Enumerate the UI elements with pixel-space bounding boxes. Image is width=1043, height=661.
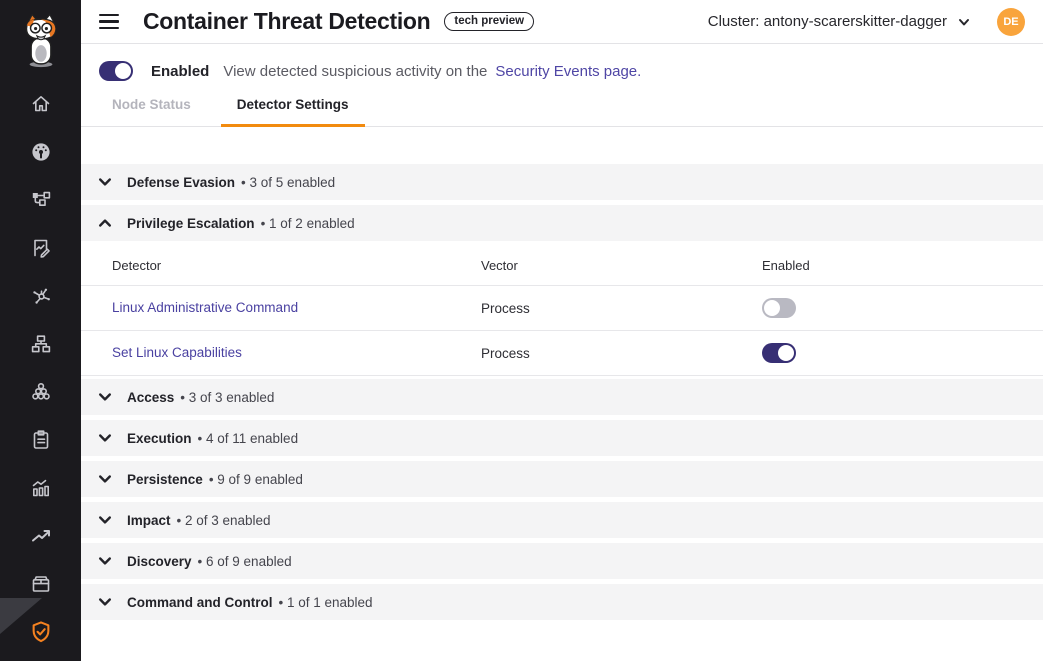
- cluster-selector-label: Cluster: antony-scarerskitter-dagger: [708, 13, 947, 30]
- metrics-chart-icon: [29, 476, 53, 500]
- cat-mascot-icon: [18, 12, 64, 68]
- page-title: Container Threat Detection: [143, 8, 430, 35]
- section-name: Access: [127, 390, 174, 405]
- tab-node-status[interactable]: Node Status: [112, 95, 191, 126]
- sidebar-item-dashboard[interactable]: [0, 128, 81, 176]
- section-execution[interactable]: Execution • 4 of 11 enabled: [81, 420, 1043, 456]
- report-edit-icon: [29, 236, 53, 260]
- detector-table: Detector Vector Enabled Linux Administra…: [81, 246, 1043, 376]
- section-name: Impact: [127, 513, 171, 528]
- detector-link-set-linux-capabilities[interactable]: Set Linux Capabilities: [112, 345, 242, 360]
- tab-bar: Node Status Detector Settings: [81, 95, 1043, 127]
- section-impact[interactable]: Impact • 2 of 3 enabled: [81, 502, 1043, 538]
- chevron-down-icon: [97, 553, 113, 569]
- section-name: Execution: [127, 431, 192, 446]
- detector-sections: Defense Evasion • 3 of 5 enabled Privile…: [81, 127, 1043, 661]
- sidebar-item-security[interactable]: [0, 608, 81, 656]
- top-bar: Container Threat Detection tech preview …: [81, 0, 1043, 44]
- section-summary: • 4 of 11 enabled: [198, 431, 299, 446]
- section-summary: • 2 of 3 enabled: [177, 513, 271, 528]
- section-name: Privilege Escalation: [127, 216, 255, 231]
- vector-value: Process: [481, 346, 762, 361]
- chevron-down-icon: [97, 594, 113, 610]
- network-graph-icon: [29, 284, 53, 308]
- topology-icon: [29, 188, 53, 212]
- sidebar: [0, 0, 81, 661]
- cluster-selector[interactable]: Cluster: antony-scarerskitter-dagger: [708, 13, 971, 30]
- table-header: Detector Vector Enabled: [81, 246, 1043, 286]
- col-detector: Detector: [112, 258, 481, 273]
- shield-check-icon: [28, 619, 54, 645]
- toggle-knob: [115, 63, 131, 79]
- detection-enabled-toggle[interactable]: [99, 61, 133, 81]
- section-command-and-control[interactable]: Command and Control • 1 of 1 enabled: [81, 584, 1043, 620]
- sidebar-item-compliance[interactable]: [0, 416, 81, 464]
- control-bar: Enabled View detected suspicious activit…: [81, 44, 1043, 127]
- sidebar-item-trends[interactable]: [0, 512, 81, 560]
- sidebar-item-metrics[interactable]: [0, 464, 81, 512]
- detector-toggle[interactable]: [762, 298, 796, 318]
- trend-arrow-icon: [29, 524, 53, 548]
- section-discovery[interactable]: Discovery • 6 of 9 enabled: [81, 543, 1043, 579]
- sidebar-item-reports[interactable]: [0, 224, 81, 272]
- chevron-down-icon: [957, 15, 971, 29]
- section-summary: • 1 of 2 enabled: [261, 216, 355, 231]
- section-access[interactable]: Access • 3 of 3 enabled: [81, 379, 1043, 415]
- detector-link-linux-administrative-command[interactable]: Linux Administrative Command: [112, 300, 298, 315]
- sidebar-item-home[interactable]: [0, 80, 81, 128]
- tech-preview-badge: tech preview: [444, 12, 534, 31]
- section-privilege-escalation[interactable]: Privilege Escalation • 1 of 2 enabled: [81, 205, 1043, 241]
- app-window: Container Threat Detection tech preview …: [0, 0, 1043, 661]
- sidebar-nav: [0, 80, 81, 656]
- section-defense-evasion[interactable]: Defense Evasion • 3 of 5 enabled: [81, 164, 1043, 200]
- sitemap-icon: [29, 332, 53, 356]
- sidebar-item-network[interactable]: [0, 272, 81, 320]
- package-box-icon: [29, 572, 53, 596]
- enabled-label: Enabled: [151, 63, 209, 80]
- section-name: Defense Evasion: [127, 175, 235, 190]
- col-enabled: Enabled: [762, 258, 1043, 273]
- section-summary: • 3 of 3 enabled: [180, 390, 274, 405]
- main-area: Container Threat Detection tech preview …: [81, 0, 1043, 661]
- section-name: Discovery: [127, 554, 192, 569]
- workloads-cluster-icon: [29, 380, 53, 404]
- chevron-up-icon: [97, 215, 113, 231]
- app-logo[interactable]: [0, 0, 81, 70]
- chevron-down-icon: [97, 389, 113, 405]
- sidebar-item-workloads[interactable]: [0, 368, 81, 416]
- table-row: Linux Administrative Command Process: [81, 286, 1043, 331]
- toggle-knob: [764, 300, 780, 316]
- section-persistence[interactable]: Persistence • 9 of 9 enabled: [81, 461, 1043, 497]
- detector-toggle[interactable]: [762, 343, 796, 363]
- sidebar-item-packages[interactable]: [0, 560, 81, 608]
- section-name: Command and Control: [127, 595, 273, 610]
- hamburger-icon: [99, 14, 119, 17]
- gauge-icon: [29, 140, 53, 164]
- section-summary: • 9 of 9 enabled: [209, 472, 303, 487]
- section-summary: • 6 of 9 enabled: [198, 554, 292, 569]
- chevron-down-icon: [97, 471, 113, 487]
- table-row: Set Linux Capabilities Process: [81, 331, 1043, 376]
- chevron-down-icon: [97, 512, 113, 528]
- sidebar-item-topology[interactable]: [0, 176, 81, 224]
- menu-button[interactable]: [99, 11, 121, 33]
- toggle-knob: [778, 345, 794, 361]
- chevron-down-icon: [97, 430, 113, 446]
- enabled-description: View detected suspicious activity on the: [223, 63, 487, 80]
- home-icon: [29, 92, 53, 116]
- tab-detector-settings[interactable]: Detector Settings: [237, 95, 349, 126]
- section-summary: • 1 of 1 enabled: [279, 595, 373, 610]
- user-avatar[interactable]: DE: [997, 8, 1025, 36]
- section-summary: • 3 of 5 enabled: [241, 175, 335, 190]
- sidebar-item-sitemap[interactable]: [0, 320, 81, 368]
- vector-value: Process: [481, 301, 762, 316]
- col-vector: Vector: [481, 258, 762, 273]
- enable-row: Enabled View detected suspicious activit…: [81, 44, 1043, 95]
- section-name: Persistence: [127, 472, 203, 487]
- security-events-link[interactable]: Security Events page.: [495, 63, 641, 80]
- clipboard-icon: [29, 428, 53, 452]
- chevron-down-icon: [97, 174, 113, 190]
